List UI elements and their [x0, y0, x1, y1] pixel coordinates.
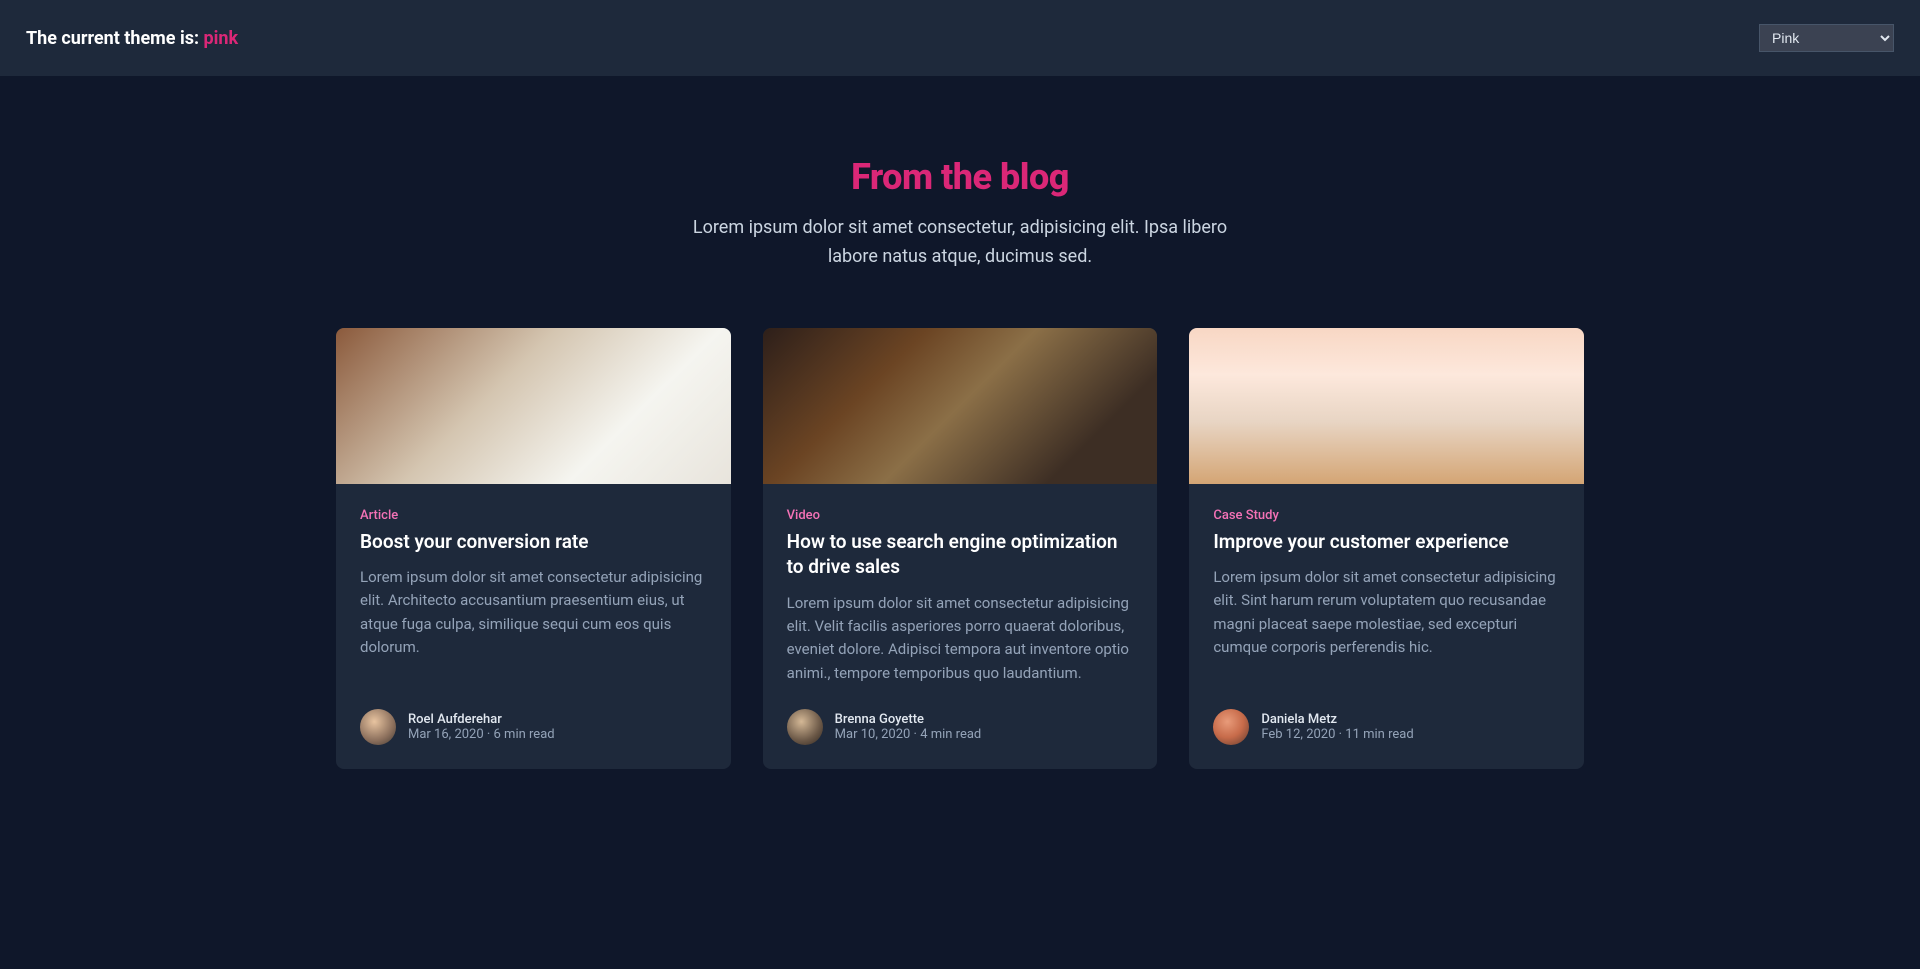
author-name[interactable]: Brenna Goyette	[835, 712, 982, 727]
header-bar: The current theme is: pink Pink	[0, 0, 1920, 76]
theme-name: pink	[204, 28, 239, 49]
card-body: Article Boost your conversion rate Lorem…	[336, 484, 731, 769]
avatar[interactable]	[1213, 709, 1249, 745]
card-footer: Daniela Metz Feb 12, 2020 · 11 min read	[1213, 709, 1560, 745]
cards-grid: Article Boost your conversion rate Lorem…	[336, 328, 1584, 769]
post-date: Mar 10, 2020	[835, 727, 911, 742]
author-block: Brenna Goyette Mar 10, 2020 · 4 min read	[835, 712, 982, 742]
hero-subtitle: Lorem ipsum dolor sit amet consectetur, …	[684, 214, 1236, 272]
author-name[interactable]: Roel Aufderehar	[408, 712, 555, 727]
card-body: Video How to use search engine optimizat…	[763, 484, 1158, 769]
author-name[interactable]: Daniela Metz	[1261, 712, 1413, 727]
post-meta: Mar 16, 2020 · 6 min read	[408, 727, 555, 742]
card-title[interactable]: How to use search engine optimization to…	[787, 529, 1134, 580]
blog-card[interactable]: Case Study Improve your customer experie…	[1189, 328, 1584, 769]
blog-card[interactable]: Video How to use search engine optimizat…	[763, 328, 1158, 769]
post-read-time: 11 min read	[1345, 727, 1413, 742]
author-block: Roel Aufderehar Mar 16, 2020 · 6 min rea…	[408, 712, 555, 742]
card-excerpt: Lorem ipsum dolor sit amet consectetur a…	[1213, 566, 1560, 685]
card-image	[1189, 328, 1584, 484]
card-category[interactable]: Case Study	[1213, 508, 1560, 523]
theme-label: The current theme is: pink	[26, 28, 238, 49]
card-image	[336, 328, 731, 484]
post-meta: Feb 12, 2020 · 11 min read	[1261, 727, 1413, 742]
card-footer: Brenna Goyette Mar 10, 2020 · 4 min read	[787, 709, 1134, 745]
hero-title: From the blog	[336, 156, 1584, 198]
card-body: Case Study Improve your customer experie…	[1189, 484, 1584, 769]
card-excerpt: Lorem ipsum dolor sit amet consectetur a…	[787, 592, 1134, 685]
card-category[interactable]: Video	[787, 508, 1134, 523]
post-read-time: 6 min read	[494, 727, 555, 742]
post-read-time: 4 min read	[920, 727, 981, 742]
post-date: Mar 16, 2020	[408, 727, 484, 742]
avatar[interactable]	[360, 709, 396, 745]
card-excerpt: Lorem ipsum dolor sit amet consectetur a…	[360, 566, 707, 685]
author-block: Daniela Metz Feb 12, 2020 · 11 min read	[1261, 712, 1413, 742]
blog-card[interactable]: Article Boost your conversion rate Lorem…	[336, 328, 731, 769]
card-category[interactable]: Article	[360, 508, 707, 523]
card-title[interactable]: Boost your conversion rate	[360, 529, 707, 555]
post-meta: Mar 10, 2020 · 4 min read	[835, 727, 982, 742]
main-content: From the blog Lorem ipsum dolor sit amet…	[312, 76, 1608, 829]
avatar[interactable]	[787, 709, 823, 745]
hero: From the blog Lorem ipsum dolor sit amet…	[336, 156, 1584, 272]
card-image	[763, 328, 1158, 484]
post-date: Feb 12, 2020	[1261, 727, 1335, 742]
theme-prefix-text: The current theme is:	[26, 28, 204, 49]
theme-select[interactable]: Pink	[1759, 24, 1894, 52]
card-title[interactable]: Improve your customer experience	[1213, 529, 1560, 555]
card-footer: Roel Aufderehar Mar 16, 2020 · 6 min rea…	[360, 709, 707, 745]
